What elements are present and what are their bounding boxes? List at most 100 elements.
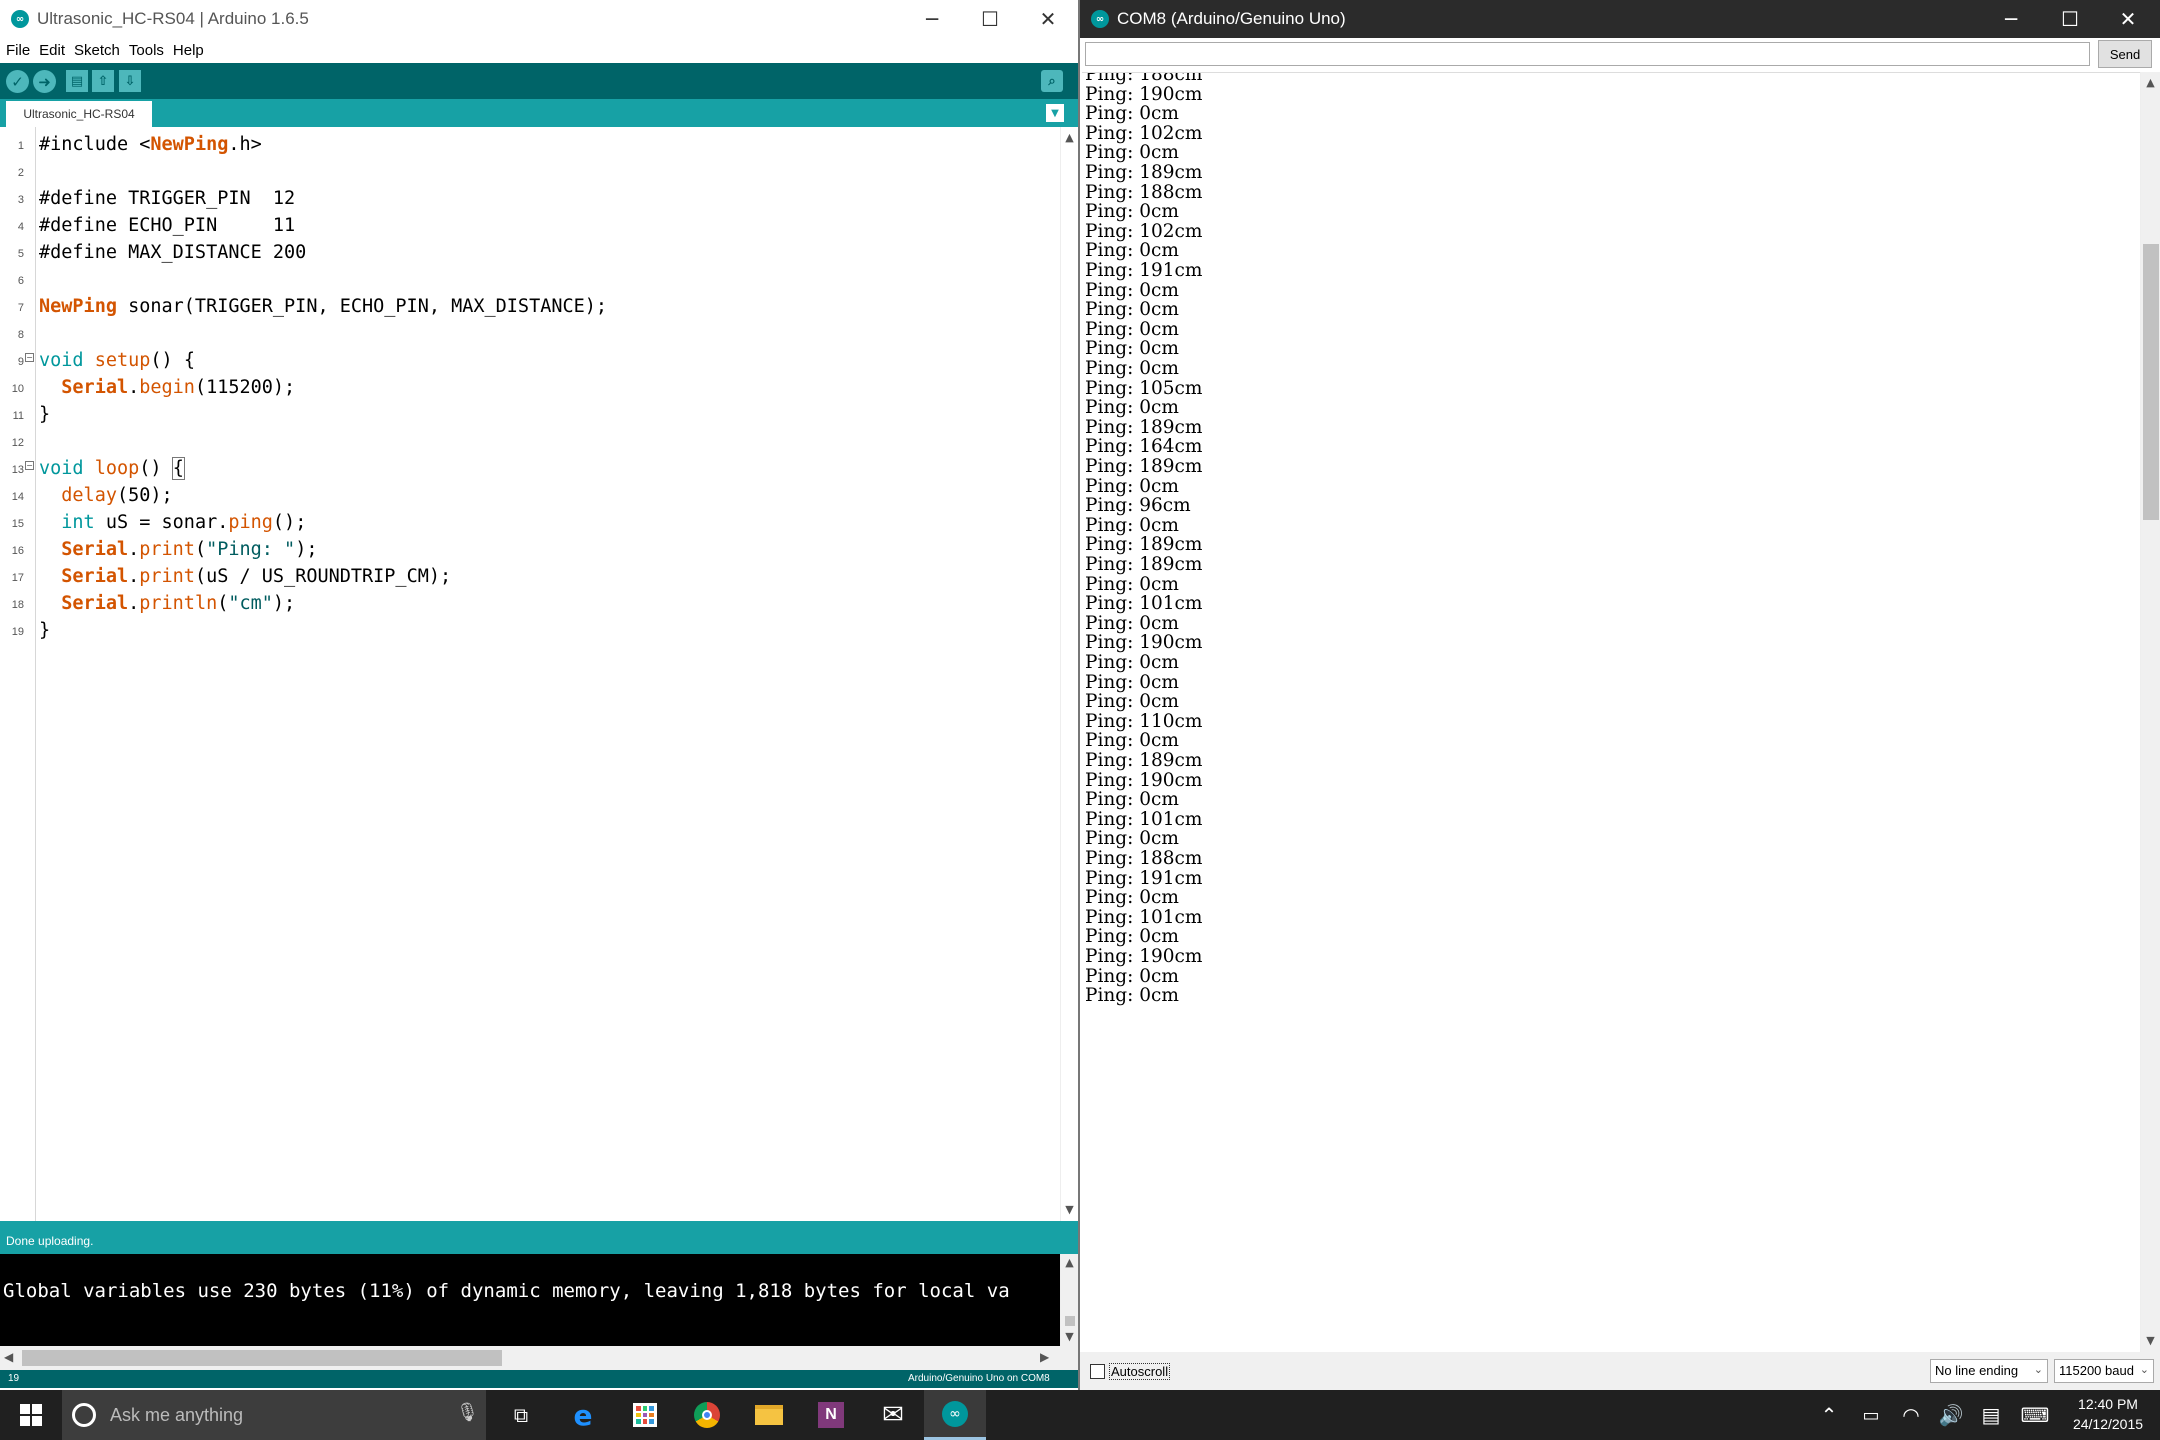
code-line[interactable]: 7 NewPing sonar(TRIGGER_PIN, ECHO_PIN, MA… — [0, 293, 1060, 320]
fold-toggle-icon[interactable]: − — [25, 353, 34, 362]
code-line[interactable]: 3 #define TRIGGER_PIN 12 — [0, 185, 1060, 212]
mail-icon[interactable]: ✉ — [862, 1390, 924, 1440]
line-number: 12 — [11, 437, 24, 449]
menu-sketch[interactable]: Sketch — [74, 42, 120, 59]
ide-minimize-button[interactable]: ─ — [902, 0, 962, 38]
code-token: print — [139, 566, 195, 587]
serial-close-button[interactable]: ✕ — [2098, 0, 2158, 38]
code-token: . — [128, 593, 140, 614]
tab-sketch[interactable]: Ultrasonic_HC-RS04 — [6, 101, 152, 127]
verify-icon[interactable]: ✓ — [6, 70, 29, 93]
ide-maximize-button[interactable]: ☐ — [960, 0, 1020, 38]
code-line[interactable]: 14 delay(50); — [0, 482, 1060, 509]
onenote-icon[interactable]: N — [800, 1390, 862, 1440]
console-scroll-thumb[interactable] — [1065, 1316, 1075, 1326]
volume-icon[interactable]: 🔊 — [1932, 1390, 1970, 1440]
code-line[interactable]: 17 Serial.print(uS / US_ROUNDTRIP_CM); — [0, 563, 1060, 590]
chrome-icon[interactable] — [676, 1390, 738, 1440]
code-line[interactable]: 11} — [0, 401, 1060, 428]
code-line[interactable]: 12 — [0, 428, 1060, 455]
console-scroll-down-icon[interactable]: ▼ — [1061, 1330, 1078, 1343]
open-icon[interactable]: ⇧ — [92, 70, 114, 92]
serial-scroll-up-icon[interactable]: ▲ — [2141, 76, 2160, 89]
edge-icon[interactable]: e — [552, 1390, 614, 1440]
code-line[interactable]: 4 #define ECHO_PIN 11 — [0, 212, 1060, 239]
console-vertical-scrollbar[interactable]: ▲ ▼ — [1060, 1254, 1078, 1346]
serial-scroll-down-icon[interactable]: ▼ — [2141, 1334, 2160, 1347]
cortana-search-box[interactable]: Ask me anything 🎙 — [62, 1390, 486, 1440]
code-line[interactable]: 10 Serial.begin(115200); — [0, 374, 1060, 401]
baud-value: 115200 baud — [2059, 1363, 2134, 1378]
console-scroll-up-icon[interactable]: ▲ — [1061, 1256, 1078, 1269]
code-token: (); — [272, 512, 307, 533]
scroll-right-icon[interactable]: ▶ — [1040, 1350, 1049, 1364]
keyboard-icon[interactable]: ⌨ — [2014, 1390, 2056, 1440]
line-number: 3 — [17, 194, 24, 206]
upload-icon[interactable]: ➜ — [33, 70, 56, 93]
clock[interactable]: 12:40 PM 24/12/2015 — [2060, 1394, 2156, 1434]
ide-tabbar: Ultrasonic_HC-RS04 ▼ — [0, 99, 1078, 127]
autoscroll-label[interactable]: Autoscroll — [1109, 1363, 1171, 1380]
code-token: (115200); — [194, 377, 296, 398]
serial-send-input[interactable] — [1085, 42, 2090, 66]
menu-edit[interactable]: Edit — [39, 42, 65, 59]
ide-close-button[interactable]: ✕ — [1018, 0, 1078, 38]
start-button[interactable] — [0, 1390, 62, 1440]
code-line[interactable]: 18 Serial.println("cm"); — [0, 590, 1060, 617]
code-line[interactable]: 8 — [0, 320, 1060, 347]
code-text: void loop() { — [39, 455, 185, 482]
scroll-down-icon[interactable]: ▼ — [1061, 1203, 1078, 1216]
save-icon[interactable]: ⇩ — [119, 70, 141, 92]
microphone-icon[interactable]: 🎙 — [456, 1402, 479, 1423]
serial-minimize-button[interactable]: ─ — [1981, 0, 2041, 38]
file-explorer-icon[interactable] — [738, 1390, 800, 1440]
menu-file[interactable]: File — [6, 42, 30, 59]
menu-help[interactable]: Help — [173, 42, 204, 59]
code-token: begin — [139, 377, 195, 398]
baud-select[interactable]: 115200 baud ⌄ — [2054, 1359, 2154, 1383]
chevron-down-icon: ⌄ — [2139, 1363, 2149, 1376]
serial-vertical-scrollbar[interactable]: ▲ ▼ — [2140, 72, 2160, 1352]
line-number: 11 — [12, 410, 24, 422]
code-line[interactable]: 6 — [0, 266, 1060, 293]
code-line[interactable]: 9− void setup() { — [0, 347, 1060, 374]
serial-monitor-icon[interactable]: ⌕ — [1041, 70, 1063, 92]
code-line[interactable]: 16 Serial.print("Ping: "); — [0, 536, 1060, 563]
show-hidden-icons-icon[interactable]: ⌃ — [1812, 1390, 1846, 1440]
new-icon[interactable]: ▤ — [66, 70, 88, 92]
scroll-up-icon[interactable]: ▲ — [1061, 131, 1078, 144]
arduino-icon[interactable]: ∞ — [924, 1390, 986, 1440]
battery-icon[interactable]: ▭ — [1852, 1390, 1890, 1440]
code-line[interactable]: 2 — [0, 158, 1060, 185]
fold-toggle-icon[interactable]: − — [25, 461, 34, 470]
code-line[interactable]: 13− void loop() { — [0, 455, 1060, 482]
code-token: ( — [194, 539, 207, 560]
serial-scroll-thumb[interactable] — [2143, 244, 2159, 520]
tab-menu-icon[interactable]: ▼ — [1046, 104, 1064, 122]
action-center-icon[interactable]: ▤ — [1972, 1390, 2010, 1440]
autoscroll-checkbox[interactable] — [1090, 1364, 1105, 1379]
menu-tools[interactable]: Tools — [129, 42, 164, 59]
code-line[interactable]: 5 #define MAX_DISTANCE 200 — [0, 239, 1060, 266]
store-icon[interactable] — [614, 1390, 676, 1440]
code-line[interactable]: 15 int uS = sonar.ping(); — [0, 509, 1060, 536]
serial-maximize-button[interactable]: ☐ — [2040, 0, 2100, 38]
send-button[interactable]: Send — [2098, 40, 2152, 68]
code-token: int — [61, 512, 95, 533]
code-token: ( — [217, 593, 229, 614]
code-line[interactable]: 19} — [0, 617, 1060, 644]
horizontal-scroll-thumb[interactable] — [22, 1350, 502, 1366]
scroll-left-icon[interactable]: ◀ — [4, 1350, 13, 1364]
wifi-icon[interactable]: ◠ — [1892, 1390, 1930, 1440]
code-line[interactable]: 1 #include <NewPing.h> — [0, 131, 1060, 158]
console-horizontal-scrollbar[interactable]: ◀ ▶ — [0, 1346, 1078, 1370]
task-view-icon[interactable]: ⧉ — [490, 1390, 552, 1440]
code-token: Serial — [61, 377, 129, 398]
code-token: ping — [228, 512, 273, 533]
editor-vertical-scrollbar[interactable]: ▲ ▼ — [1060, 127, 1078, 1221]
code-editor[interactable]: 1 #include <NewPing.h> 2 3 #define TRIGGER_P… — [0, 127, 1078, 1221]
line-ending-select[interactable]: No line ending ⌄ — [1930, 1359, 2048, 1383]
serial-footer: Autoscroll No line ending ⌄ 115200 baud … — [1080, 1352, 2160, 1390]
